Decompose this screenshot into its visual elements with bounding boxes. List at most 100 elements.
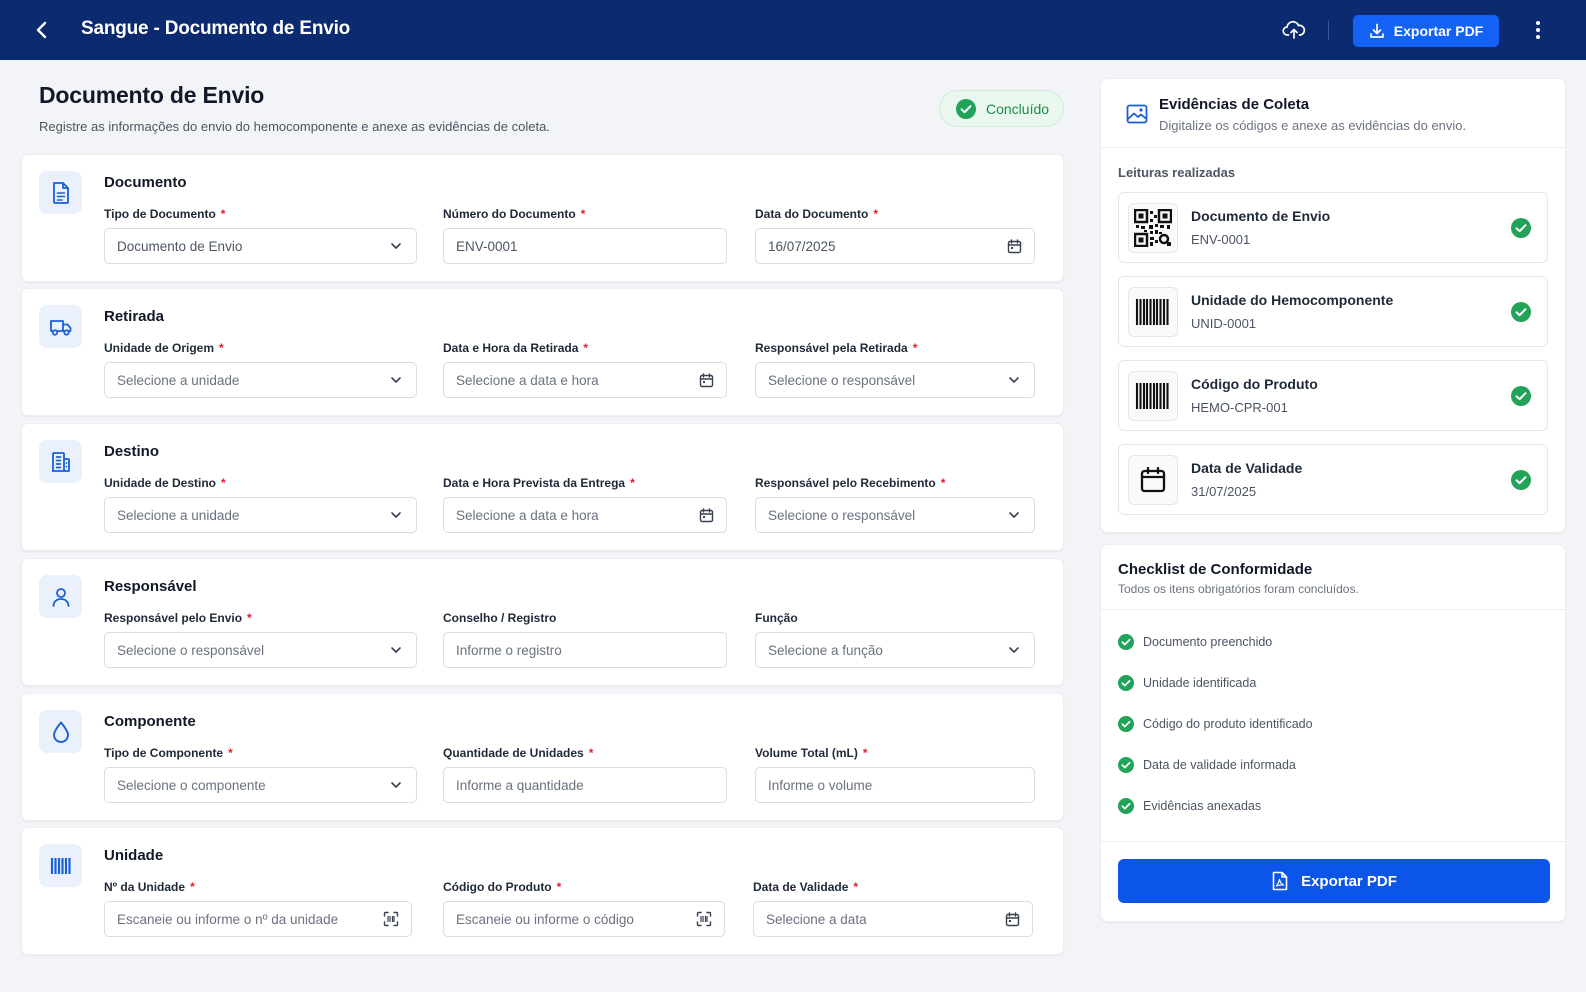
check-circle-icon [1118, 634, 1134, 650]
calendar-icon [698, 372, 714, 388]
checklist-item-label: Código do produto identificado [1143, 717, 1313, 731]
export-pdf-top-button[interactable]: Exportar PDF [1353, 15, 1499, 47]
field-label: Quantidade de Unidades * [443, 746, 594, 760]
document-number-input[interactable]: ENV-0001 [443, 228, 727, 264]
section-icon-box [39, 305, 82, 348]
section-icon-box [39, 844, 82, 887]
field-label: Número do Documento * [443, 207, 586, 221]
field-label: Código do Produto * [443, 880, 562, 894]
app-title: Sangue - Documento de Envio [81, 18, 351, 39]
scan-icon[interactable] [383, 911, 399, 927]
reading-thumbnail [1128, 287, 1178, 337]
truck-icon [49, 319, 71, 336]
barcode-icon [1135, 299, 1169, 325]
total-volume-input[interactable]: Informe o volume [755, 767, 1035, 803]
check-circle-icon [1118, 798, 1134, 814]
reading-item[interactable]: Unidade do Hemocomponente UNID-0001 [1118, 276, 1548, 347]
check-circle-icon [1118, 675, 1134, 691]
checklist-item: Documento preenchido [1118, 633, 1272, 651]
chevron-left-icon [36, 21, 47, 39]
cloud-upload-button[interactable] [1281, 17, 1307, 43]
barcode-icon [50, 857, 71, 874]
reading-title: Data de Validade [1191, 460, 1303, 476]
reading-title: Unidade do Hemocomponente [1191, 292, 1394, 308]
component-type-select[interactable]: Selecione o componente [104, 767, 417, 803]
checklist-item: Evidências anexadas [1118, 797, 1261, 815]
document-type-select[interactable]: Documento de Envio [104, 228, 417, 264]
chevron-down-icon [388, 238, 404, 254]
section-icon-box [39, 710, 82, 753]
section-title: Unidade [104, 847, 164, 864]
receiving-responsible-select[interactable]: Selecione o responsável [755, 497, 1035, 533]
chevron-down-icon [388, 372, 404, 388]
role-select[interactable]: Selecione a função [755, 632, 1035, 668]
reading-item[interactable]: Código do Produto HEMO-CPR-001 [1118, 360, 1548, 431]
top-bar: Sangue - Documento de Envio Exportar PDF [0, 0, 1586, 60]
evidence-title: Evidências de Coleta [1159, 96, 1310, 113]
scan-icon[interactable] [696, 911, 712, 927]
delivery-datetime-input[interactable]: Selecione a data e hora [443, 497, 727, 533]
droplet-icon [52, 721, 69, 743]
export-pdf-top-label: Exportar PDF [1393, 23, 1484, 39]
chevron-down-icon [388, 642, 404, 658]
check-circle-icon [1511, 386, 1531, 406]
section-title: Componente [104, 713, 196, 730]
divider [1101, 147, 1565, 148]
check-circle-icon [1511, 470, 1531, 490]
field-label: Responsável pelo Envio * [104, 611, 252, 625]
section-title: Retirada [104, 308, 165, 325]
checklist-title: Checklist de Conformidade [1118, 561, 1313, 578]
export-pdf-button[interactable]: Exportar PDF [1118, 859, 1550, 903]
unit-quantity-input[interactable]: Informe a quantidade [443, 767, 727, 803]
chevron-down-icon [388, 507, 404, 523]
field-label: Data e Hora Prevista da Entrega * [443, 476, 635, 490]
section-icon-box [39, 575, 82, 618]
checklist-item: Data de validade informada [1118, 756, 1296, 774]
product-code-input[interactable]: Escaneie ou informe o código [443, 901, 725, 937]
reading-item[interactable]: Data de Validade 31/07/2025 [1118, 444, 1548, 515]
reading-code: HEMO-CPR-001 [1191, 400, 1288, 415]
divider [1101, 609, 1565, 610]
kebab-menu-icon [1536, 21, 1540, 39]
reading-code: ENV-0001 [1191, 232, 1251, 247]
checklist-item: Unidade identificada [1118, 674, 1256, 692]
back-button[interactable] [28, 16, 56, 44]
sender-responsible-select[interactable]: Selecione o responsável [104, 632, 417, 668]
section-documento: Documento Tipo de Documento * Documento d… [21, 154, 1064, 282]
field-label: Unidade de Origem * [104, 341, 224, 355]
status-badge-label: Concluído [986, 100, 1050, 117]
more-options-button[interactable] [1526, 18, 1550, 42]
expiry-date-input[interactable]: Selecione a data [753, 901, 1033, 937]
registry-input[interactable]: Informe o registro [443, 632, 727, 668]
section-title: Responsável [104, 578, 197, 595]
chevron-down-icon [388, 777, 404, 793]
calendar-icon [1004, 911, 1020, 927]
unit-number-input[interactable]: Escaneie ou informe o nº da unidade [104, 901, 412, 937]
check-circle-icon [1511, 218, 1531, 238]
checklist-subtitle: Todos os itens obrigatórios foram conclu… [1118, 582, 1359, 596]
section-componente: Componente Tipo de Componente * Selecione… [21, 693, 1064, 821]
reading-code: UNID-0001 [1191, 316, 1257, 331]
check-circle-icon [1118, 716, 1134, 732]
origin-unit-select[interactable]: Selecione a unidade [104, 362, 417, 398]
pickup-datetime-input[interactable]: Selecione a data e hora [443, 362, 727, 398]
pickup-responsible-select[interactable]: Selecione o responsável [755, 362, 1035, 398]
evidence-panel: Evidências de Coleta Digitalize os códig… [1100, 78, 1566, 533]
field-label: Tipo de Documento * [104, 207, 226, 221]
reading-item[interactable]: Documento de Envio ENV-0001 [1118, 192, 1548, 263]
destination-unit-select[interactable]: Selecione a unidade [104, 497, 417, 533]
cloud-upload-icon [1282, 20, 1306, 39]
field-label: Data de Validade * [753, 880, 859, 894]
chevron-down-icon [1006, 372, 1022, 388]
evidence-subtitle: Digitalize os códigos e anexe as evidênc… [1159, 118, 1467, 133]
chevron-down-icon [1006, 507, 1022, 523]
export-pdf-label: Exportar PDF [1301, 872, 1397, 890]
field-label: Nº da Unidade * [104, 880, 195, 894]
document-date-input[interactable]: 16/07/2025 [755, 228, 1035, 264]
field-label: Data e Hora da Retirada * [443, 341, 589, 355]
field-label: Tipo de Componente * [104, 746, 233, 760]
toolbar-divider [1328, 20, 1329, 40]
field-label: Unidade de Destino * [104, 476, 226, 490]
section-unidade: Unidade Nº da Unidade * Escaneie ou infor… [21, 827, 1064, 955]
calendar-icon [1006, 238, 1022, 254]
